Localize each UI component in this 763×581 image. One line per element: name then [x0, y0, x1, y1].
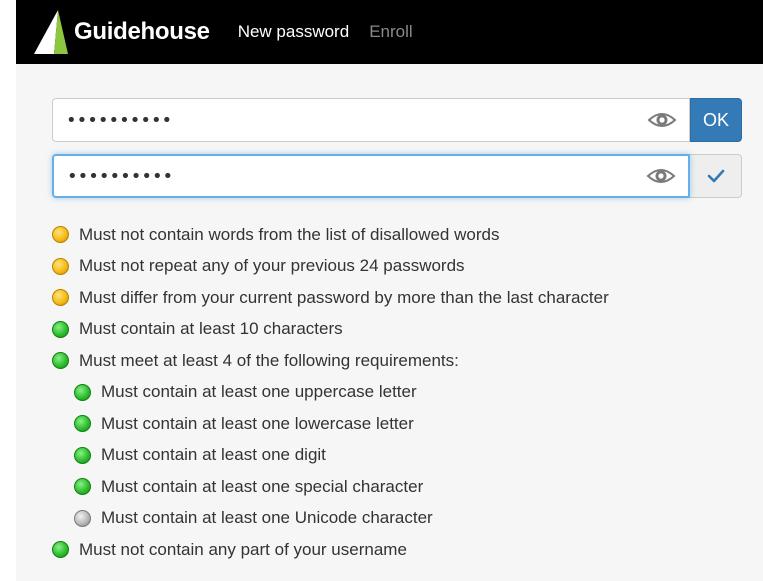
ok-button[interactable]: OK [690, 98, 742, 142]
confirm-status-addon [690, 154, 742, 198]
sub-requirement-item: Must contain at least one lowercase lett… [52, 408, 609, 440]
brand-name: Guidehouse [74, 18, 210, 45]
nav-enroll[interactable]: Enroll [369, 22, 412, 42]
requirement-item: Must not repeat any of your previous 24 … [52, 251, 609, 283]
requirement-text: Must contain at least one special charac… [101, 476, 424, 496]
top-navbar: Guidehouse New password Enroll [16, 0, 763, 64]
sub-requirement-item: Must contain at least one digit [52, 440, 609, 472]
new-password-input[interactable] [53, 99, 643, 141]
new-password-group: OK [52, 98, 742, 142]
requirement-item: Must differ from your current password b… [52, 282, 609, 314]
nav-new-password[interactable]: New password [238, 22, 350, 42]
requirement-text: Must not contain any part of your userna… [79, 539, 407, 559]
password-requirements-list: Must not contain words from the list of … [52, 219, 609, 566]
status-met-icon [74, 478, 91, 496]
requirement-item: Must meet at least 4 of the following re… [52, 345, 609, 377]
requirement-text: Must contain at least one lowercase lett… [101, 413, 414, 433]
sub-requirement-item: Must contain at least one Unicode charac… [52, 503, 609, 535]
confirm-password-field-wrapper [52, 154, 690, 198]
status-optional-icon [74, 509, 91, 527]
requirement-text: Must differ from your current password b… [79, 287, 609, 307]
status-met-icon [52, 541, 69, 559]
guidehouse-logo-icon [34, 10, 68, 54]
confirm-password-input[interactable] [54, 156, 644, 196]
requirement-text: Must not contain words from the list of … [79, 224, 500, 244]
status-met-icon [52, 352, 69, 370]
new-password-field-wrapper [52, 98, 690, 142]
requirement-text: Must contain at least one uppercase lett… [101, 382, 417, 402]
main-nav: New password Enroll [238, 22, 413, 42]
requirement-item: Must contain at least 10 characters [52, 314, 609, 346]
status-pending-icon [52, 226, 69, 244]
requirement-text: Must contain at least 10 characters [79, 319, 343, 339]
checkmark-icon [707, 169, 724, 183]
status-pending-icon [52, 257, 69, 275]
status-met-icon [74, 383, 91, 401]
status-pending-icon [52, 289, 69, 307]
confirm-password-group [52, 154, 742, 198]
status-met-icon [74, 446, 91, 464]
requirement-text: Must not repeat any of your previous 24 … [79, 256, 465, 276]
status-met-icon [52, 320, 69, 338]
requirement-text: Must contain at least one Unicode charac… [101, 508, 433, 528]
brand[interactable]: Guidehouse [34, 10, 210, 54]
sub-requirement-item: Must contain at least one uppercase lett… [52, 377, 609, 409]
requirement-text: Must meet at least 4 of the following re… [79, 350, 459, 370]
sub-requirement-item: Must contain at least one special charac… [52, 471, 609, 503]
main-content: OK Must not contain words from the list … [16, 64, 763, 581]
status-met-icon [74, 415, 91, 433]
eye-icon[interactable] [646, 165, 676, 187]
requirement-item: Must not contain any part of your userna… [52, 534, 609, 566]
requirement-item: Must not contain words from the list of … [52, 219, 609, 251]
requirement-text: Must contain at least one digit [101, 445, 326, 465]
eye-icon[interactable] [647, 109, 677, 131]
